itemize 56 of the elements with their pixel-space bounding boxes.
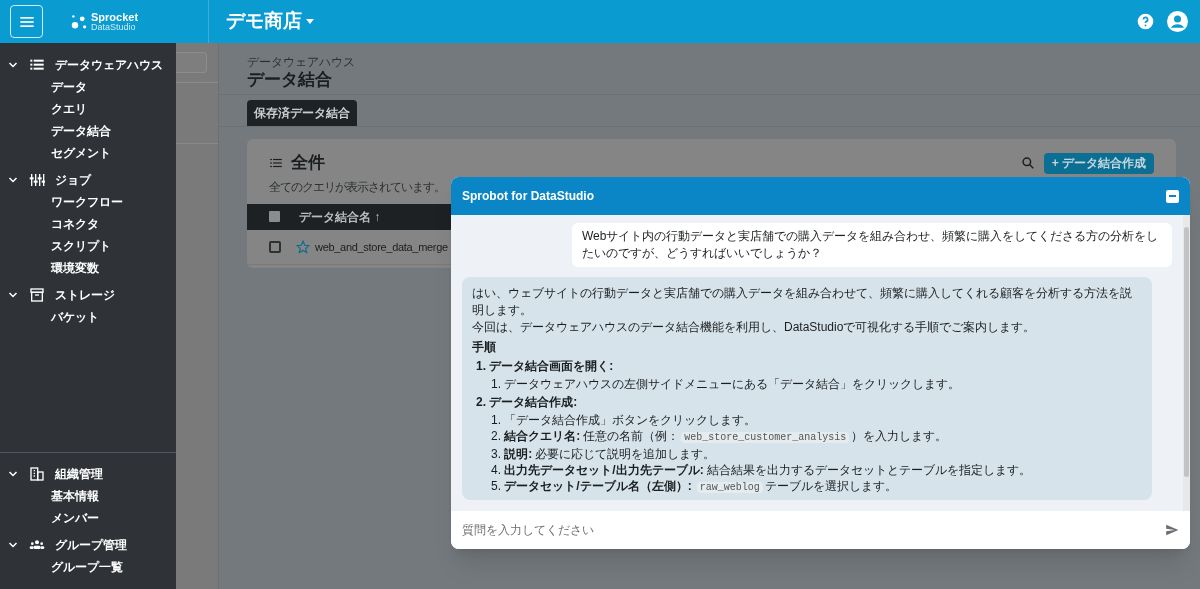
app-logo: Sprocket DataStudio <box>71 11 174 32</box>
sidebar-section[interactable]: グループ管理 <box>0 534 176 556</box>
user-message: Webサイト内の行動データと実店舗での購入データを組み合わせ、頻繁に購入をしてくださる方の分析をしたいのですが、どうすればいいでしょうか？ <box>572 223 1172 267</box>
list-item: 3. 説明: 必要に応じて説明を追加します。 <box>491 446 716 462</box>
sidebar-item[interactable]: データ結合 <box>0 120 119 142</box>
list-item: 1. データ結合画面を開く: <box>475 358 614 374</box>
message-input[interactable]: 質問を入力してください <box>451 511 1165 549</box>
list-item: 4. 出力先データセット/出力先テーブル: 結合結果を出力するデータセットとテーブルを指定します。 <box>491 462 1031 478</box>
create-button[interactable]: + データ結合作成 <box>1043 152 1154 174</box>
sidebar-item[interactable]: クエリ <box>0 98 95 120</box>
sidebar-section[interactable]: 組織管理 <box>0 463 176 485</box>
checkbox[interactable] <box>269 211 280 223</box>
list-item: 5. データセット/テーブル名（左側）: raw_weblog テーブルを選択します。 <box>491 478 897 495</box>
search-icon[interactable] <box>1020 156 1035 170</box>
page-title: データ結合 <box>247 69 333 91</box>
list-icon <box>269 156 283 170</box>
sidebar-item[interactable]: グループ一覧 <box>0 556 131 578</box>
search-field[interactable] <box>176 52 207 73</box>
sidebar-item[interactable]: データ <box>0 76 95 98</box>
sidebar-section[interactable]: データウェアハウス <box>0 54 176 76</box>
building-icon <box>29 466 45 482</box>
sidebar-item[interactable]: スクリプト <box>0 235 119 257</box>
list-item: 1. データウェアハウスの左側サイドメニューにある「データ結合」をクリックします。 <box>491 376 961 392</box>
sidebar-item[interactable]: コネクタ <box>0 213 107 235</box>
list-icon <box>29 57 45 73</box>
sidebar-item[interactable]: 基本情報 <box>0 485 107 507</box>
archive-icon <box>29 287 45 303</box>
star-icon[interactable] <box>296 239 310 254</box>
table-cell[interactable]: web_and_store_data_merge <box>315 238 448 255</box>
help-icon[interactable] <box>1137 13 1154 30</box>
list-item: 2. 結合クエリ名: 任意の名前（例： web_store_customer_analysis ）を入力します。 <box>491 428 948 445</box>
list-item: 1. 「データ結合作成」ボタンをクリックします。 <box>491 412 757 428</box>
send-icon[interactable] <box>1165 523 1179 537</box>
sliders-icon <box>29 172 45 188</box>
caret-icon <box>306 19 314 24</box>
list-item: 2. データ結合作成: <box>475 394 578 410</box>
menu-button[interactable] <box>10 5 43 38</box>
checkbox[interactable] <box>269 240 281 253</box>
chat-title: Sprobot for DataStudio <box>462 188 594 205</box>
column-header[interactable]: データ結合名 ↑ <box>299 207 381 226</box>
card-subtitle: 全てのクエリが表示されています。 <box>269 178 445 196</box>
sidebar-section[interactable]: ストレージ <box>0 284 176 306</box>
message-text: はい、ウェブサイトの行動データと実店舗での購入データを組み合わせて、頻繁に購入してくれる顧客を分析する方法を説明します。 <box>472 285 1133 319</box>
sidebar-item[interactable]: 環境変数 <box>0 257 107 279</box>
message-text: 今回は、データウェアハウスのデータ結合機能を利用し、DataStudioで可視化する手順でご案内します。 <box>472 319 1036 336</box>
account-icon[interactable] <box>1167 11 1188 32</box>
minimize-button[interactable] <box>1166 189 1179 203</box>
card-title: 全件 <box>291 152 325 175</box>
sidebar-item[interactable]: ワークフロー <box>0 191 131 213</box>
scrollbar[interactable] <box>1183 215 1190 511</box>
sidebar-section[interactable]: ジョブ <box>0 169 176 191</box>
sidebar-item[interactable]: セグメント <box>0 142 119 164</box>
sidebar-item[interactable]: メンバー <box>0 507 107 529</box>
message-heading: 手順 <box>472 339 496 355</box>
sidebar-item[interactable]: バケット <box>0 306 107 328</box>
tab[interactable]: 保存済データ結合 <box>247 100 357 127</box>
